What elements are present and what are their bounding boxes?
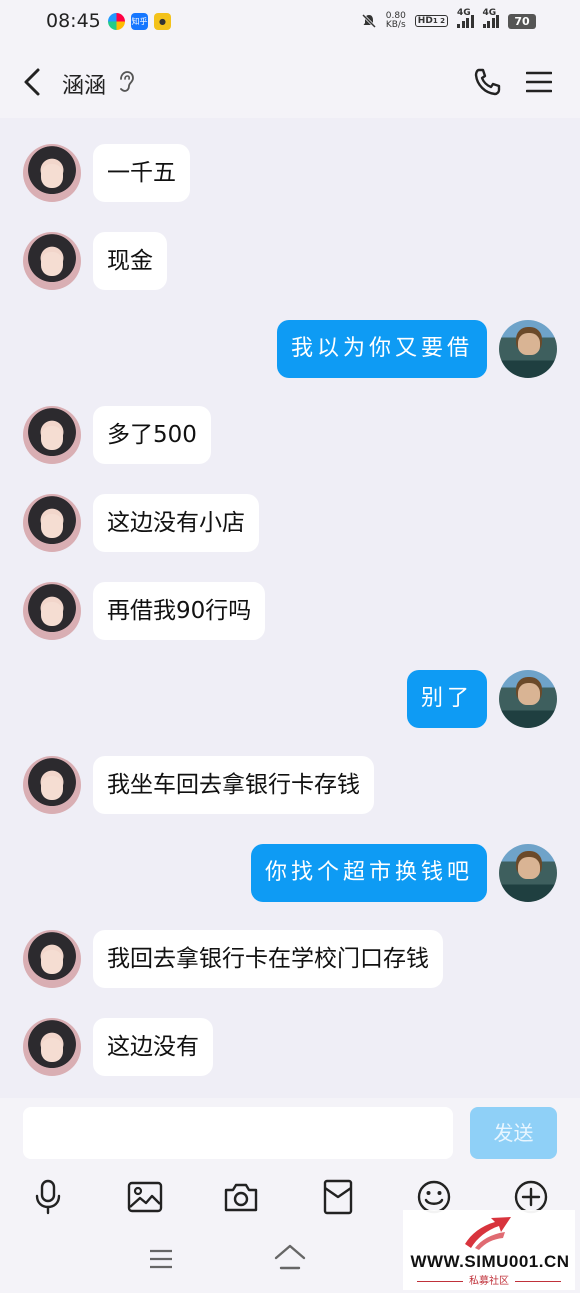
message-row: 现金 [0,228,580,292]
status-time: 08:45 [46,10,101,32]
send-button[interactable]: 发送 [470,1107,557,1159]
my-avatar[interactable] [499,320,557,378]
network-speed-unit: KB/s [385,20,406,30]
red-packet-icon[interactable] [319,1178,357,1216]
signal-icon-1: 4G [457,8,474,28]
contact-name[interactable]: 涵涵 [62,68,106,100]
watermark-subtitle: 私募社区 [403,1272,575,1287]
message-row: 你找个超市换钱吧 [0,840,580,904]
chat-header: 涵涵 [0,46,580,118]
signal-icon-2: 4G [482,8,499,28]
contact-avatar[interactable] [23,232,81,290]
message-bubble-incoming[interactable]: 这边没有 [93,1018,213,1076]
back-arrow-icon[interactable] [20,66,50,98]
watermark: WWW.SIMU001.CN 私募社区 [403,1210,575,1290]
nav-menu-icon[interactable] [149,1248,173,1270]
zhihu-icon: 知乎 [131,13,148,30]
contact-avatar[interactable] [23,494,81,552]
hd-sub: 1 2 [432,17,445,25]
my-avatar[interactable] [499,670,557,728]
signal-label-2: 4G [482,8,497,18]
watermark-url: WWW.SIMU001.CN [410,1252,570,1271]
message-bubble-outgoing[interactable]: 别了 [406,670,487,728]
nav-home-icon[interactable] [273,1243,307,1273]
contact-avatar[interactable] [23,756,81,814]
message-input[interactable] [23,1107,453,1159]
menu-icon[interactable] [526,70,552,94]
contact-avatar[interactable] [23,1018,81,1076]
chrome-like-icon [108,13,125,30]
status-bar: 08:45 知乎 ● 0.80 KB/s HD1 2 4G 4G 70 [0,0,580,46]
message-row: 这边没有 [0,1014,580,1078]
contact-avatar[interactable] [23,930,81,988]
message-bubble-incoming[interactable]: 多了500 [93,406,211,464]
status-right: 0.80 KB/s HD1 2 4G 4G 70 [361,8,536,30]
status-app-icons: 知乎 ● [108,13,171,30]
message-row: 我坐车回去拿银行卡存钱 [0,752,580,816]
message-row: 再借我90行吗 [0,578,580,642]
message-row: 多了500 [0,402,580,466]
contact-avatar[interactable] [23,582,81,640]
message-bubble-incoming[interactable]: 这边没有小店 [93,494,259,552]
battery-icon: 70 [508,13,536,29]
mute-bell-icon [361,13,376,29]
signal-label-1: 4G [457,8,471,18]
input-bar: 发送 [0,1098,580,1170]
message-bubble-incoming[interactable]: 我回去拿银行卡在学校门口存钱 [93,930,443,988]
message-row: 我以为你又要借 [0,316,580,380]
contact-avatar[interactable] [23,406,81,464]
message-row: 一千五 [0,140,580,204]
hd-label: HD [417,16,433,26]
ear-icon[interactable] [117,70,135,94]
message-list[interactable]: 一千五 现金 我以为你又要借 多了500 这边没有小店 再借我90行吗 别了 我… [0,118,580,1098]
my-avatar[interactable] [499,844,557,902]
contact-avatar[interactable] [23,144,81,202]
message-bubble-incoming[interactable]: 一千五 [93,144,190,202]
message-bubble-outgoing[interactable]: 我以为你又要借 [276,320,487,378]
message-bubble-incoming[interactable]: 再借我90行吗 [93,582,266,640]
camera-icon[interactable] [222,1178,260,1216]
message-row: 我回去拿银行卡在学校门口存钱 [0,926,580,990]
message-row: 这边没有小店 [0,490,580,554]
hd-badge: HD1 2 [414,15,448,27]
network-speed: 0.80 KB/s [386,12,406,30]
image-icon[interactable] [126,1178,164,1216]
mic-icon[interactable] [29,1178,67,1216]
message-row: 别了 [0,666,580,730]
message-bubble-outgoing[interactable]: 你找个超市换钱吧 [250,844,487,902]
phone-call-icon[interactable] [472,66,504,98]
message-bubble-incoming[interactable]: 现金 [93,232,167,290]
qq-icon: ● [154,13,171,30]
message-bubble-incoming[interactable]: 我坐车回去拿银行卡存钱 [93,756,374,814]
watermark-logo-icon [465,1217,511,1250]
